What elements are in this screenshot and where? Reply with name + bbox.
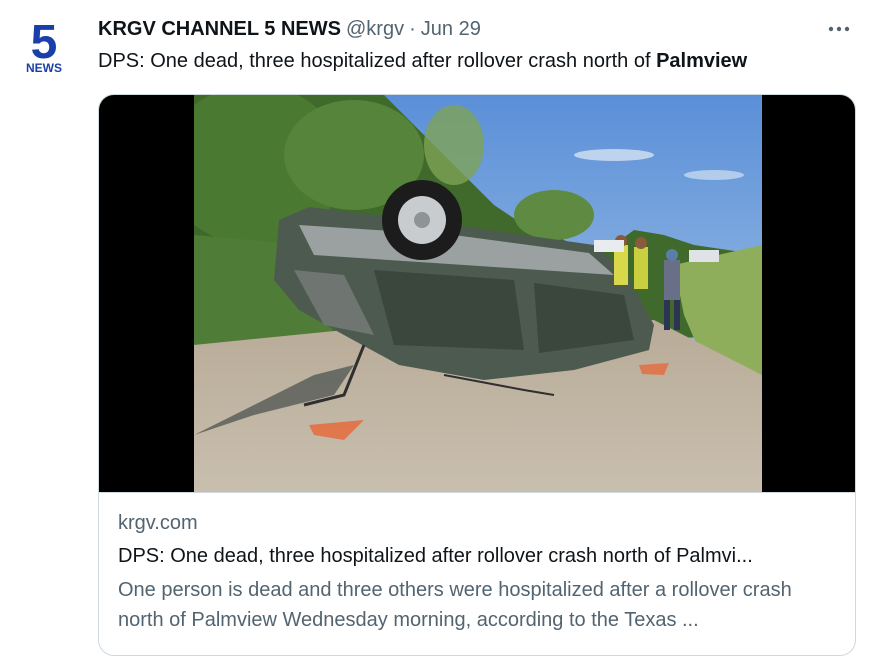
- card-domain: krgv.com: [118, 512, 198, 534]
- separator-dot: ·: [409, 17, 416, 40]
- display-name[interactable]: KRGV CHANNEL 5 NEWS: [98, 18, 341, 41]
- more-options-button[interactable]: [824, 14, 854, 44]
- rollover-crash-photo: [194, 95, 762, 492]
- tweet-text: DPS: One dead, three hospitalized after …: [98, 47, 854, 75]
- logo-label: NEWS: [26, 61, 62, 75]
- krgv-5-news-logo: 5 NEWS: [26, 18, 62, 75]
- link-card[interactable]: krgv.com DPS: One dead, three hospitaliz…: [98, 94, 856, 656]
- tweet-text-bold: Palmview: [656, 50, 748, 72]
- card-image[interactable]: [99, 95, 855, 492]
- user-handle[interactable]: @krgv: [346, 18, 404, 41]
- ellipsis-icon: [828, 26, 850, 32]
- card-description: One person is dead and three others were…: [118, 579, 792, 631]
- card-body[interactable]: krgv.com DPS: One dead, three hospitaliz…: [99, 492, 855, 655]
- card-title: DPS: One dead, three hospitalized after …: [118, 545, 753, 567]
- tweet-text-plain: DPS: One dead, three hospitalized after …: [98, 50, 657, 72]
- avatar[interactable]: 5 NEWS: [18, 18, 70, 76]
- tweet-header: KRGV CHANNEL 5 NEWS @krgv · Jun 29: [98, 14, 854, 44]
- tweet-date[interactable]: Jun 29: [421, 18, 481, 41]
